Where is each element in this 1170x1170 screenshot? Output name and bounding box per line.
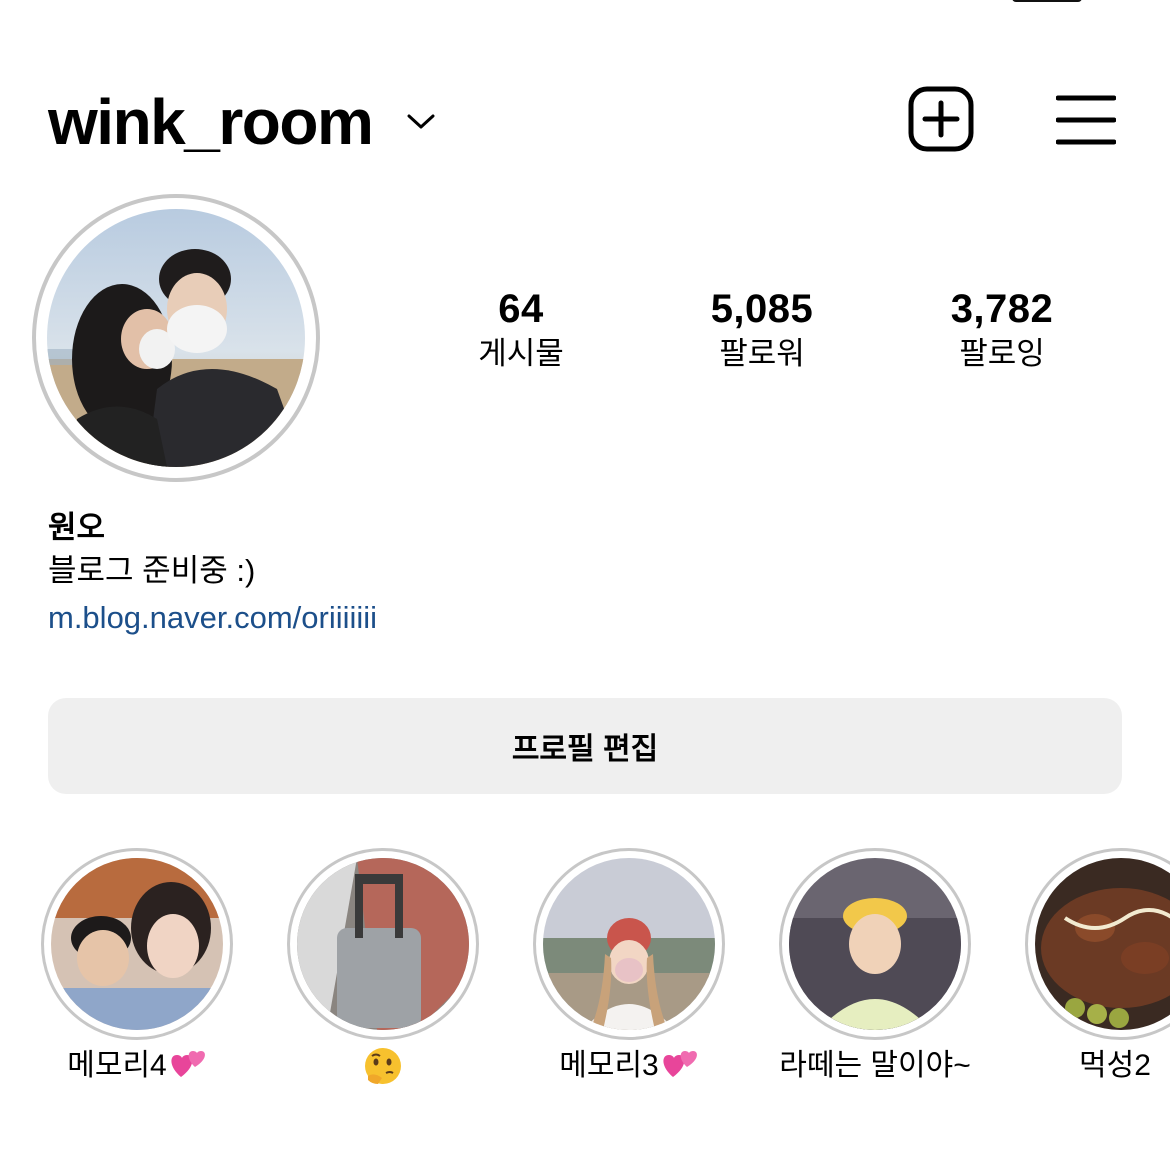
highlight-photo — [543, 858, 715, 1030]
profile-bio: 원오 블로그 준비중 :) m.blog.naver.com/oriiiiiii — [48, 508, 1048, 642]
highlight-photo — [1035, 858, 1170, 1030]
edit-profile-button[interactable]: 프로필 편집 — [48, 698, 1122, 794]
username-title[interactable]: wink_room — [48, 82, 374, 162]
highlight-item[interactable]: 라떼는 말이야~ — [775, 848, 975, 1086]
profile-page: wink_room 64 게시물 5,085 팔로워 3,782 팔로잉 원오 … — [0, 0, 1170, 1170]
highlight-item[interactable]: 먹성2 — [1021, 848, 1170, 1086]
posts-count: 64 — [498, 287, 544, 331]
highlight-label: 메모리4 — [37, 1046, 237, 1086]
following-stat[interactable]: 3,782 팔로잉 — [902, 286, 1102, 374]
plus-square-icon[interactable] — [908, 86, 974, 152]
following-label: 팔로잉 — [959, 336, 1045, 371]
followers-count: 5,085 — [710, 287, 814, 331]
followers-label: 팔로워 — [719, 336, 805, 371]
highlight-label: 라떼는 말이야~ — [779, 1049, 971, 1082]
highlight-item[interactable] — [283, 848, 483, 1091]
two-hearts-icon — [663, 1051, 697, 1077]
bio-link[interactable]: m.blog.naver.com/oriiiiiii — [48, 594, 1048, 642]
following-count: 3,782 — [950, 287, 1054, 331]
highlight-photo — [297, 858, 469, 1030]
status-bar-indicator — [1012, 0, 1082, 2]
bio-text: 블로그 준비중 :) — [48, 553, 256, 588]
profile-avatar[interactable] — [32, 194, 320, 482]
highlight-cover — [1025, 848, 1170, 1040]
highlight-item[interactable]: 메모리3 — [529, 848, 729, 1086]
highlight-photo — [789, 858, 961, 1030]
display-name: 원오 — [48, 510, 106, 545]
thinking-face-icon — [365, 1048, 401, 1084]
highlight-cover — [779, 848, 971, 1040]
avatar-photo — [47, 209, 305, 467]
highlight-cover — [41, 848, 233, 1040]
posts-stat[interactable]: 64 게시물 — [421, 286, 621, 374]
highlight-label: 먹성2 — [1079, 1049, 1151, 1082]
highlight-photo — [51, 858, 223, 1030]
hamburger-menu-icon[interactable] — [1056, 94, 1116, 146]
highlight-cover — [533, 848, 725, 1040]
chevron-down-icon[interactable] — [406, 110, 436, 132]
profile-header: wink_room — [48, 82, 1120, 162]
posts-label: 게시물 — [478, 336, 564, 371]
highlight-item[interactable]: 메모리4 — [37, 848, 237, 1086]
highlight-cover — [287, 848, 479, 1040]
highlight-label — [283, 1046, 483, 1091]
followers-stat[interactable]: 5,085 팔로워 — [662, 286, 862, 374]
two-hearts-icon — [171, 1051, 205, 1077]
highlight-label: 메모리3 — [529, 1046, 729, 1086]
